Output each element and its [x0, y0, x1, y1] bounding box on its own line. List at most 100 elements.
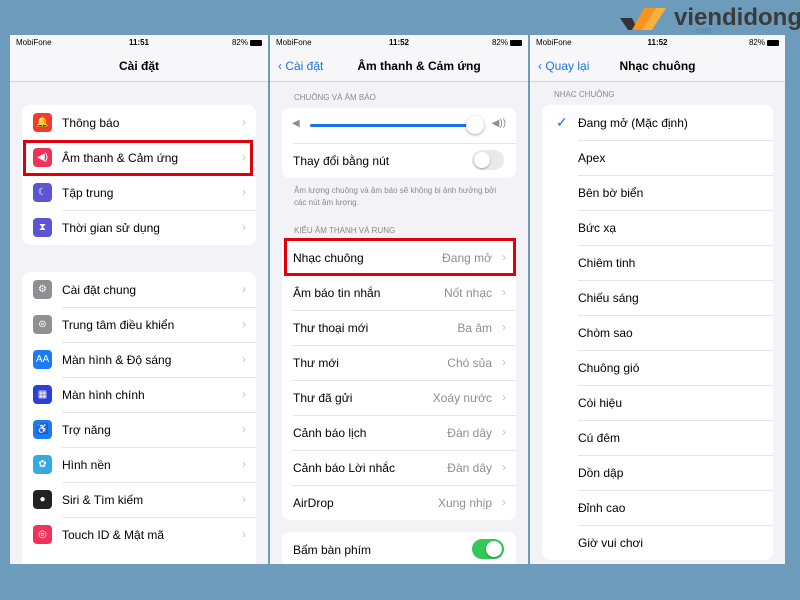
sound-row[interactable]: Cảnh báo Lời nhắc Đàn dây › [282, 450, 516, 485]
ringer-card: ◀ ◀)) Thay đổi bằng nút [282, 108, 516, 178]
battery: 82% [232, 38, 262, 47]
page-title: Nhạc chuông [619, 59, 696, 73]
section-header: CHUÔNG VÀ ÂM BÁO [294, 93, 376, 102]
settings-row[interactable]: AA Màn hình & Độ sáng › [22, 342, 256, 377]
section-header: KIỂU ÂM THANH VÀ RUNG [294, 226, 396, 235]
battery-icon [767, 39, 779, 46]
keyboard-clicks-toggle[interactable] [472, 539, 504, 559]
ringtone-label: Apex [578, 151, 606, 165]
row-label: Cài đặt chung [62, 283, 137, 297]
row-label: Thông báo [62, 116, 120, 130]
sound-row[interactable]: Âm báo tin nhắn Nốt nhạc › [282, 275, 516, 310]
ringtone-row[interactable]: Chòm sao [542, 315, 773, 350]
ringtone-row[interactable]: Cú đêm [542, 420, 773, 455]
settings-row[interactable]: ⚙ Cài đặt chung › [22, 272, 256, 307]
settings-row[interactable]: ♿ Trợ năng › [22, 412, 256, 447]
page-title: Cài đặt [118, 59, 159, 73]
ringtone-screen: MobiFone 11:52 82% ‹ Quay lại Nhạc chuông N… [530, 35, 785, 564]
row-value: Xung nhịp [437, 496, 492, 510]
ringtone-label: Dồn dập [578, 466, 624, 480]
status-bar: MobiFone 11:52 82% [530, 35, 785, 50]
ringtone-label: Bên bờ biển [578, 186, 644, 200]
chevron-right-icon: › [242, 527, 246, 541]
settings-row[interactable]: ◎ Touch ID & Mật mã › [22, 517, 256, 552]
ringtone-row[interactable]: Apex [542, 140, 773, 175]
ringtone-label: Đang mở (Mặc định) [578, 116, 688, 130]
chevron-right-icon: › [502, 285, 506, 299]
battery-percent: 82% [491, 38, 508, 47]
battery-icon [510, 39, 522, 46]
highlight-box [284, 238, 516, 276]
row-label: Thư thoại mới [293, 321, 369, 335]
settings-row[interactable]: 🔔 Thông báo › [22, 105, 256, 140]
row-value: Đàn dây [447, 461, 492, 475]
AA-icon: AA [33, 350, 52, 369]
settings-row[interactable]: ⧗ Thời gian sử dụng › [22, 210, 256, 245]
speaker-low-icon: ◀ [292, 118, 300, 129]
ringtone-label: Bức xạ [578, 221, 617, 235]
row-value: Nốt nhạc [443, 286, 492, 300]
row-label: Âm báo tin nhắn [293, 286, 381, 300]
settings-group-2: ⚙ Cài đặt chung › ⊜ Trung tâm điều khiển › AA M… [22, 272, 256, 564]
bell-icon: 🔔 [33, 113, 52, 132]
ringtone-row[interactable]: Còi hiệu [542, 385, 773, 420]
ringtone-label: Giờ vui chơi [578, 536, 644, 550]
volume-row: ◀ ◀)) [282, 108, 516, 143]
battery: 82% [749, 38, 779, 47]
volume-slider[interactable] [310, 116, 484, 134]
settings-row[interactable]: ☾ Tập trung › [22, 175, 256, 210]
sound-row[interactable]: Thư mới Chó sủa › [282, 345, 516, 380]
chevron-right-icon: › [502, 390, 506, 404]
settings-row[interactable]: ⊜ Trung tâm điều khiển › [22, 307, 256, 342]
chevron-right-icon: › [502, 355, 506, 369]
row-label: Thư đã gửi [293, 391, 353, 405]
chevron-right-icon: › [242, 282, 246, 296]
sound-row[interactable]: Thư thoại mới Ba âm › [282, 310, 516, 345]
ringtone-row[interactable]: Dồn dập [542, 455, 773, 490]
clock: 11:52 [647, 38, 668, 47]
settings-screen: MobiFone 11:51 82% Cài đặt 🔔 Thông báo › ◀) Âm… [10, 35, 268, 564]
ringtone-row[interactable]: Đỉnh cao [542, 490, 773, 525]
chevron-right-icon: › [242, 492, 246, 506]
sound-row[interactable]: Cảnh báo lịch Đàn dây › [282, 415, 516, 450]
chevron-right-icon: › [502, 495, 506, 509]
chevron-right-icon: › [242, 115, 246, 129]
ringtone-row[interactable]: Bên bờ biển [542, 175, 773, 210]
accessibility-icon: ♿ [33, 420, 52, 439]
ringtone-row[interactable]: ✓ Đang mở (Mặc định) [542, 105, 773, 140]
switches-icon: ⊜ [33, 315, 52, 334]
sound-row[interactable]: AirDrop Xung nhịp › [282, 485, 516, 520]
battery-icon [250, 39, 262, 46]
sound-row[interactable]: Thư đã gửi Xoáy nước › [282, 380, 516, 415]
nav-bar: ‹ Quay lại Nhạc chuông [530, 50, 785, 82]
moon-icon: ☾ [33, 183, 52, 202]
row-value: Đàn dây [447, 426, 492, 440]
chevron-right-icon: › [242, 387, 246, 401]
ringtone-row[interactable]: Chuông gió [542, 350, 773, 385]
row-value: Ba âm [457, 321, 492, 335]
gear-icon: ⚙ [33, 280, 52, 299]
chevron-right-icon: › [242, 422, 246, 436]
ringtone-row[interactable]: Chiếu sáng [542, 280, 773, 315]
settings-row[interactable]: ✿ Hình nền › [22, 447, 256, 482]
highlight-box [23, 140, 253, 176]
settings-row[interactable]: ● Siri & Tìm kiếm › [22, 482, 256, 517]
row-label: AirDrop [293, 496, 334, 510]
ringtone-label: Chòm sao [578, 326, 633, 340]
row-label: Cảnh báo Lời nhắc [293, 461, 395, 475]
row-label: Trung tâm điều khiển [62, 318, 175, 332]
ringtone-row[interactable]: Giờ vui chơi [542, 525, 773, 560]
row-label: Màn hình & Độ sáng [62, 353, 172, 367]
footnote: Âm lượng chuông và âm báo sẽ không bị ản… [294, 186, 497, 207]
volume-thumb[interactable] [465, 116, 484, 134]
volume-fill [310, 124, 475, 127]
ringtone-row[interactable]: Chiêm tinh [542, 245, 773, 280]
row-label: Tập trung [62, 186, 114, 200]
settings-row[interactable]: ▦ Màn hình chính › [22, 377, 256, 412]
chevron-right-icon: › [502, 460, 506, 474]
keyboard-clicks-row: Bấm bàn phím [282, 532, 516, 564]
fingerprint-icon: ◎ [33, 525, 52, 544]
grid-icon: ▦ [33, 385, 52, 404]
change-with-buttons-toggle[interactable] [472, 150, 504, 170]
ringtone-row[interactable]: Bức xạ [542, 210, 773, 245]
